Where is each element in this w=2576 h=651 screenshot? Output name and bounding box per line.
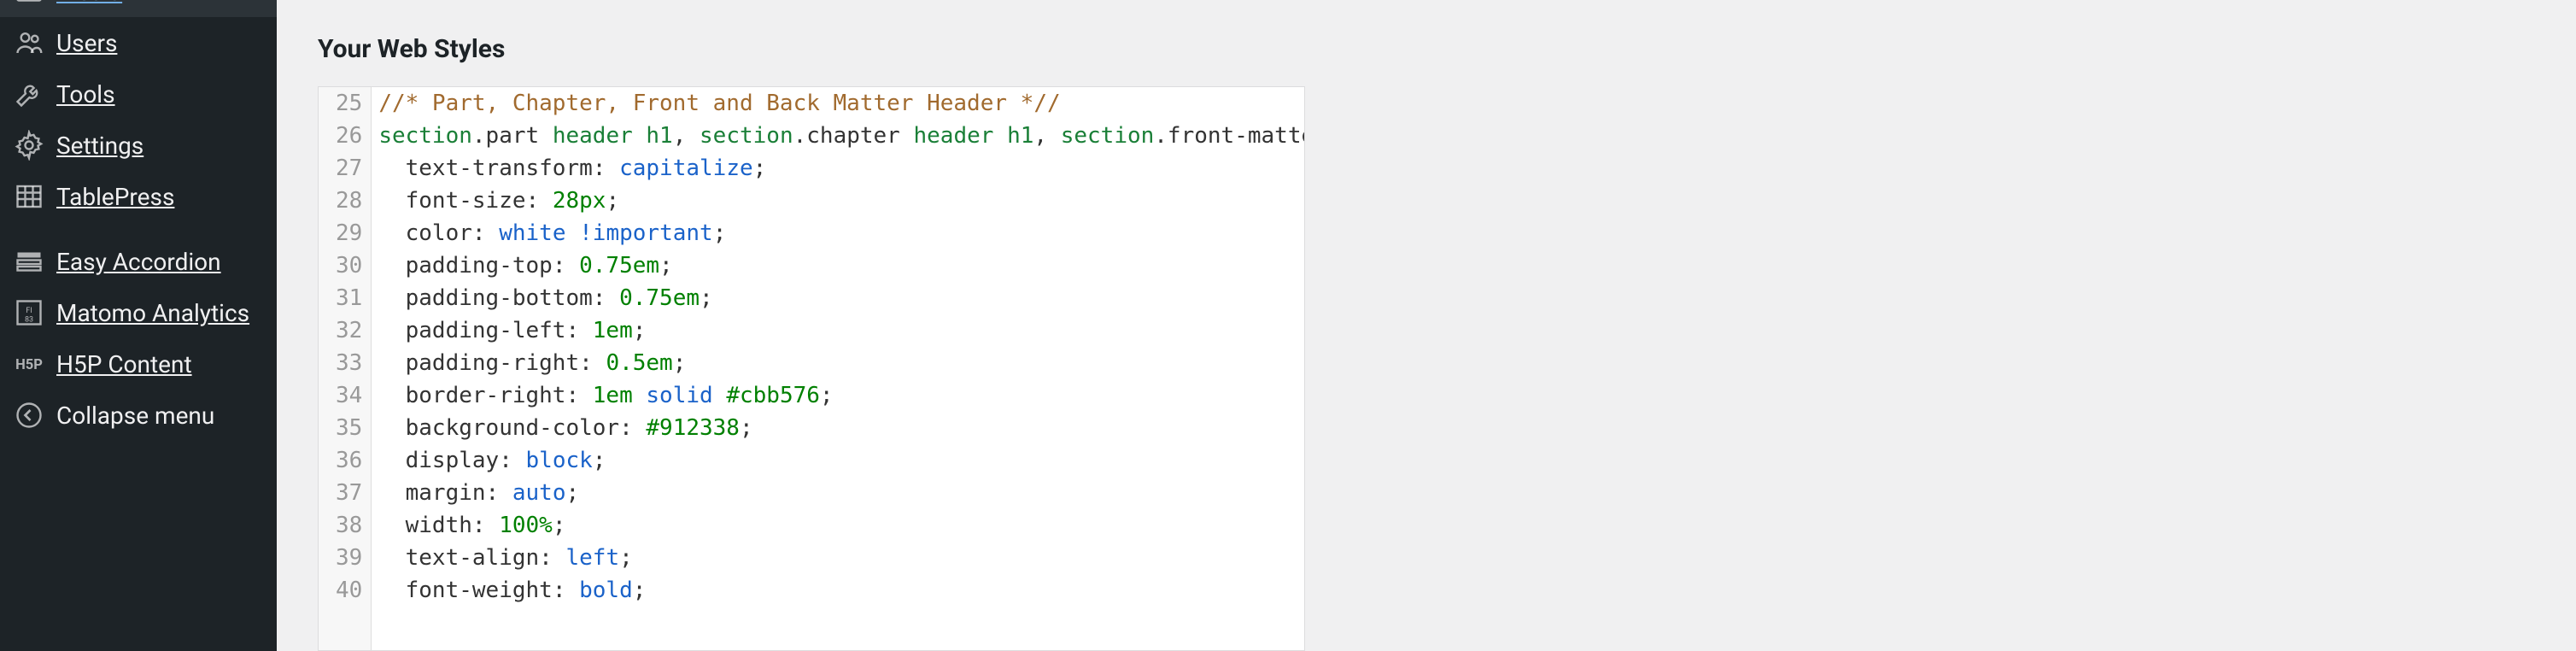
line-number: 35 bbox=[336, 412, 362, 444]
collapse-icon bbox=[14, 400, 44, 431]
code-line[interactable]: padding-top: 0.75em; bbox=[378, 249, 1297, 282]
code-line[interactable]: background-color: #912338; bbox=[378, 412, 1297, 444]
code-line[interactable]: text-transform: capitalize; bbox=[378, 152, 1297, 185]
main-content: Your Web Styles 252627282930313233343536… bbox=[277, 0, 1346, 651]
line-number: 32 bbox=[336, 314, 362, 347]
line-number-gutter: 25262728293031323334353637383940 bbox=[319, 87, 372, 650]
sidebar-item-media[interactable]: Media bbox=[0, 0, 277, 17]
line-number: 40 bbox=[336, 574, 362, 607]
code-line[interactable]: width: 100%; bbox=[378, 509, 1297, 542]
sidebar-item-users[interactable]: Users bbox=[0, 17, 277, 68]
line-number: 25 bbox=[336, 87, 362, 120]
media-icon bbox=[14, 0, 44, 7]
h5p-icon: H5P bbox=[14, 349, 44, 379]
line-number: 27 bbox=[336, 152, 362, 185]
line-number: 38 bbox=[336, 509, 362, 542]
line-number: 31 bbox=[336, 282, 362, 314]
sidebar-item-label: Settings bbox=[56, 132, 143, 160]
line-number: 36 bbox=[336, 444, 362, 477]
sidebar-item-label: TablePress bbox=[56, 183, 174, 211]
line-number: 39 bbox=[336, 542, 362, 574]
section-title: Your Web Styles bbox=[318, 34, 1305, 64]
sidebar-item-settings[interactable]: Settings bbox=[0, 120, 277, 171]
line-number: 34 bbox=[336, 379, 362, 412]
gear-icon bbox=[14, 130, 44, 161]
collapse-menu-button[interactable]: Collapse menu bbox=[0, 390, 277, 441]
sidebar-item-label: Easy Accordion bbox=[56, 248, 221, 276]
matomo-icon: FI83 bbox=[14, 297, 44, 328]
code-line[interactable]: padding-left: 1em; bbox=[378, 314, 1297, 347]
right-empty-space bbox=[1346, 0, 2576, 651]
line-number: 28 bbox=[336, 185, 362, 217]
svg-text:83: 83 bbox=[25, 316, 33, 325]
sidebar-item-label: Matomo Analytics bbox=[56, 299, 249, 327]
code-content[interactable]: //* Part, Chapter, Front and Back Matter… bbox=[372, 87, 1304, 650]
code-line[interactable]: border-right: 1em solid #cbb576; bbox=[378, 379, 1297, 412]
sidebar-item-label: Users bbox=[56, 29, 117, 57]
code-line[interactable]: section.part header h1, section.chapter … bbox=[378, 120, 1297, 152]
tablepress-icon bbox=[14, 181, 44, 212]
collapse-menu-label: Collapse menu bbox=[56, 402, 214, 430]
sidebar-item-label: H5P Content bbox=[56, 350, 192, 378]
users-icon bbox=[14, 27, 44, 58]
line-number: 26 bbox=[336, 120, 362, 152]
line-number: 33 bbox=[336, 347, 362, 379]
css-code-editor[interactable]: 25262728293031323334353637383940 //* Par… bbox=[318, 86, 1305, 651]
sidebar-item-matomo[interactable]: FI83 Matomo Analytics bbox=[0, 287, 277, 338]
code-line[interactable]: display: block; bbox=[378, 444, 1297, 477]
svg-text:FI: FI bbox=[26, 307, 32, 315]
line-number: 30 bbox=[336, 249, 362, 282]
sidebar-item-tablepress[interactable]: TablePress bbox=[0, 171, 277, 222]
code-line[interactable]: margin: auto; bbox=[378, 477, 1297, 509]
line-number: 37 bbox=[336, 477, 362, 509]
line-number: 29 bbox=[336, 217, 362, 249]
svg-text:H5P: H5P bbox=[15, 357, 43, 373]
code-line[interactable]: font-size: 28px; bbox=[378, 185, 1297, 217]
code-line[interactable]: font-weight: bold; bbox=[378, 574, 1297, 607]
code-line[interactable]: text-align: left; bbox=[378, 542, 1297, 574]
code-line[interactable]: padding-bottom: 0.75em; bbox=[378, 282, 1297, 314]
admin-sidebar: Media Users Tools Settings TablePress Ea… bbox=[0, 0, 277, 651]
sidebar-item-label: Tools bbox=[56, 80, 115, 108]
accordion-icon bbox=[14, 246, 44, 277]
code-line[interactable]: //* Part, Chapter, Front and Back Matter… bbox=[378, 87, 1297, 120]
sidebar-item-h5p[interactable]: H5P H5P Content bbox=[0, 338, 277, 390]
tools-icon bbox=[14, 79, 44, 109]
sidebar-item-easy-accordion[interactable]: Easy Accordion bbox=[0, 236, 277, 287]
code-line[interactable]: padding-right: 0.5em; bbox=[378, 347, 1297, 379]
code-line[interactable]: color: white !important; bbox=[378, 217, 1297, 249]
sidebar-item-label: Media bbox=[56, 0, 122, 6]
sidebar-item-tools[interactable]: Tools bbox=[0, 68, 277, 120]
